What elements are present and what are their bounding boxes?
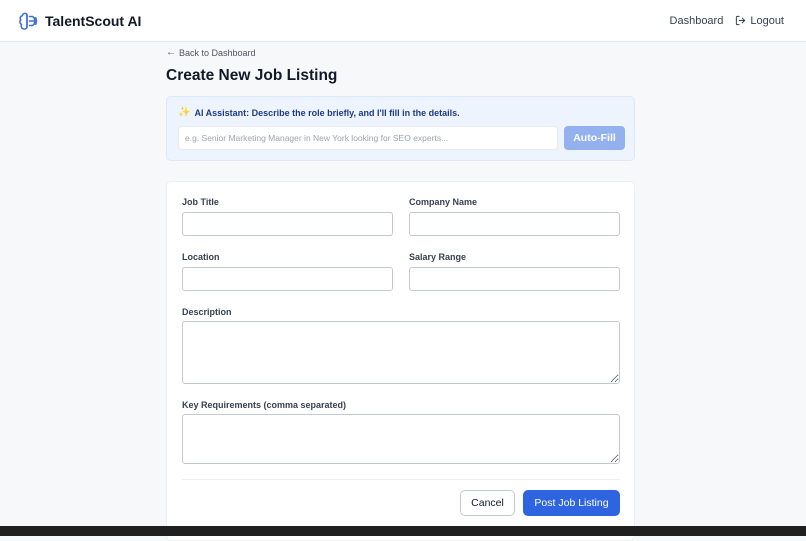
job-title-label: Job Title xyxy=(182,197,219,207)
dashboard-link-label: Dashboard xyxy=(669,14,724,27)
ai-prompt-input[interactable] xyxy=(178,126,558,150)
top-nav: Dashboard Logout xyxy=(670,15,784,27)
back-to-dashboard-link[interactable]: ← Back to Dashboard xyxy=(166,47,256,59)
auto-fill-button[interactable]: Auto-Fill xyxy=(564,126,625,150)
ai-assistant-panel: ✨ AI Assistant: Describe the role briefl… xyxy=(166,96,635,161)
company-name-input[interactable] xyxy=(409,212,620,236)
requirements-label: Key Requirements (comma separated) xyxy=(182,400,347,410)
back-link-label: Back to Dashboard xyxy=(179,48,256,58)
description-textarea[interactable] xyxy=(182,321,620,384)
salary-range-input[interactable] xyxy=(409,267,620,291)
logout-link-label: Logout xyxy=(750,14,784,27)
arrow-left-icon: ← xyxy=(166,47,176,58)
location-input[interactable] xyxy=(182,267,393,291)
job-title-input[interactable] xyxy=(182,212,393,236)
brain-icon xyxy=(19,12,38,30)
salary-range-label: Salary Range xyxy=(409,252,467,262)
brand[interactable]: TalentScout AI xyxy=(18,11,141,31)
description-label: Description xyxy=(182,307,232,317)
form-divider xyxy=(182,479,620,480)
logout-icon xyxy=(736,15,746,26)
sparkle-icon: ✨ xyxy=(178,107,191,118)
cancel-button[interactable]: Cancel xyxy=(460,490,515,516)
top-navbar: TalentScout AI Dashboard Logout xyxy=(0,0,806,42)
brand-name: TalentScout AI xyxy=(45,12,142,29)
post-job-listing-button[interactable]: Post Job Listing xyxy=(523,490,620,516)
company-name-label: Company Name xyxy=(409,197,478,207)
page-title: Create New Job Listing xyxy=(166,67,338,84)
ai-assistant-label: ✨ AI Assistant: Describe the role briefl… xyxy=(178,107,460,118)
logout-link[interactable]: Logout xyxy=(735,15,784,27)
ai-assistant-text: AI Assistant: Describe the role briefly,… xyxy=(194,107,460,118)
requirements-textarea[interactable] xyxy=(182,414,620,464)
dashboard-link[interactable]: Dashboard xyxy=(670,15,724,27)
bottom-bar xyxy=(0,526,806,536)
location-label: Location xyxy=(182,252,220,262)
job-listing-form: Job Title Company Name Location Salary R… xyxy=(166,181,635,541)
main-content: ← Back to Dashboard Create New Job Listi… xyxy=(166,42,635,541)
